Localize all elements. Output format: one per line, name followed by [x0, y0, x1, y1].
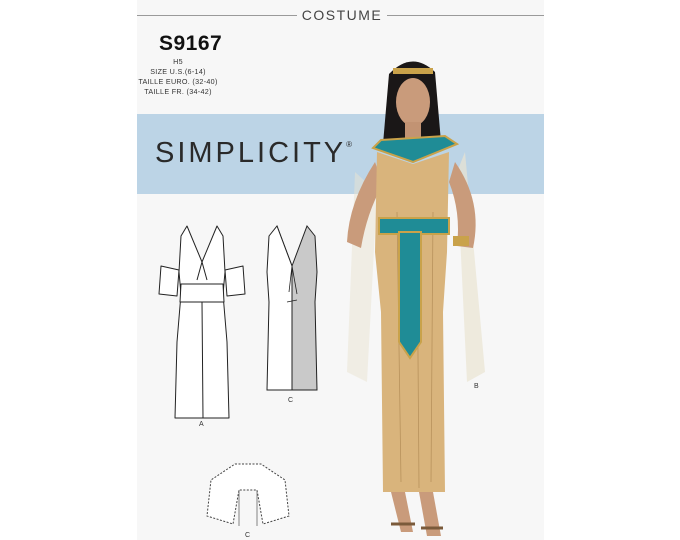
size-fr: TAILLE FR. (34-42)	[144, 87, 212, 96]
view-c-capelet-drawing	[206, 463, 290, 526]
pattern-number: S9167	[159, 32, 223, 55]
size-code: H5	[173, 57, 183, 66]
view-a-label: A	[199, 421, 204, 428]
view-a-drawing	[158, 225, 246, 419]
category-label: COSTUME	[301, 7, 383, 23]
pattern-envelope-cover: COSTUME S9167 H5 SIZE U.S.(6-14) TAILLE …	[137, 0, 544, 540]
header-rule-left	[137, 15, 297, 16]
view-c-capelet-label: C	[245, 532, 251, 539]
view-b-label: B	[474, 383, 479, 390]
view-c-dress-label: C	[288, 397, 294, 404]
model-photo	[347, 61, 485, 536]
size-us: SIZE U.S.(6-14)	[150, 67, 206, 76]
header-rule-right	[387, 15, 544, 16]
size-euro: TAILLE EURO. (32-40)	[138, 77, 218, 86]
view-c-dress-drawing	[266, 225, 318, 391]
